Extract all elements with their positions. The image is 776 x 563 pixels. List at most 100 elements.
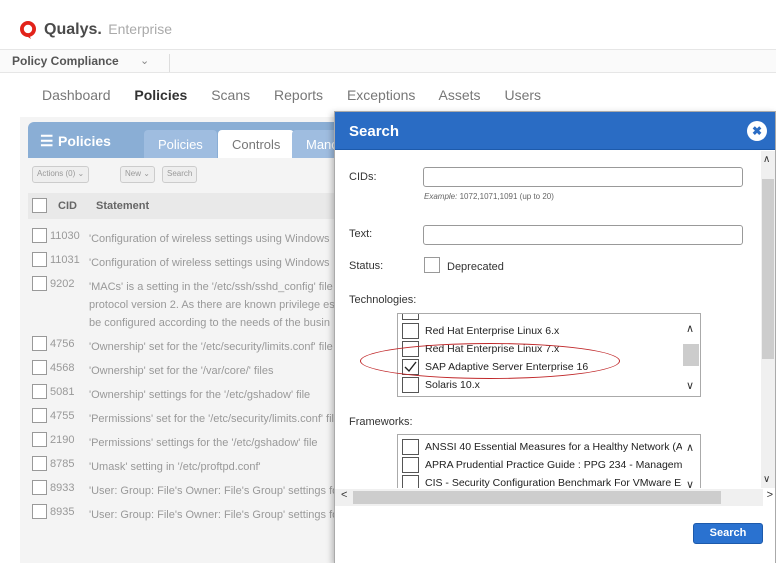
text-input[interactable]: [423, 225, 743, 245]
statement-line: protocol version 2. As there are known p…: [89, 299, 335, 311]
statement-line: 'Ownership' set for the '/etc/security/l…: [89, 341, 333, 353]
row-cid: 4756: [50, 338, 75, 350]
framework-label: CIS - Security Configuration Benchmark F…: [425, 477, 692, 488]
main-nav: Dashboard Policies Scans Reports Excepti…: [42, 87, 561, 103]
row-checkbox[interactable]: [32, 384, 47, 399]
dialog-hscroll-thumb[interactable]: [353, 491, 721, 504]
row-checkbox[interactable]: [32, 336, 47, 351]
row-cid: 11030: [50, 230, 80, 242]
dialog-horizontal-scrollbar[interactable]: < >: [335, 489, 773, 506]
row-statement: 'Ownership' set for the '/etc/security/l…: [89, 338, 333, 356]
framework-checkbox[interactable]: [402, 475, 419, 488]
search-dialog: Search ✖ CIDs: Example: 1072,1071,1091 (…: [334, 111, 776, 563]
row-checkbox[interactable]: [32, 228, 47, 243]
cids-input[interactable]: [423, 167, 743, 187]
scroll-up-icon[interactable]: ∧: [686, 441, 694, 454]
row-checkbox[interactable]: [32, 276, 47, 291]
row-statement: 'Configuration of wireless settings usin…: [89, 230, 330, 248]
tech-label: Red Hat Enterprise Linux 6.x: [425, 325, 560, 337]
row-statement: 'Ownership' set for the '/var/core/' fil…: [89, 362, 273, 380]
framework-checkbox[interactable]: [402, 457, 419, 473]
nav-policies[interactable]: Policies: [134, 87, 187, 103]
row-checkbox[interactable]: [32, 456, 47, 471]
brand-subtitle: Enterprise: [108, 21, 173, 37]
technologies-label: Technologies:: [349, 294, 417, 306]
qualys-logo-icon: [20, 21, 36, 39]
frameworks-listbox[interactable]: ANSSI 40 Essential Measures for a Health…: [397, 434, 701, 488]
tab-policies[interactable]: Policies: [144, 130, 217, 158]
search-toolbar-button[interactable]: Search: [162, 166, 198, 183]
tech-scrollbar-thumb[interactable]: [683, 344, 699, 366]
tech-checkbox[interactable]: [402, 377, 419, 393]
row-checkbox[interactable]: [32, 408, 47, 423]
nav-exceptions[interactable]: Exceptions: [347, 87, 415, 103]
statement-line: 'Configuration of wireless settings usin…: [89, 257, 330, 269]
framework-label: APRA Prudential Practice Guide : PPG 234…: [425, 459, 689, 471]
nav-scans[interactable]: Scans: [211, 87, 250, 103]
brand-name: Qualys. Enterprise: [44, 21, 172, 39]
tech-checkbox[interactable]: [402, 314, 419, 320]
row-checkbox[interactable]: [32, 360, 47, 375]
dialog-scrollbar-thumb[interactable]: [762, 179, 774, 359]
list-icon: ☰: [40, 133, 54, 150]
dialog-body: CIDs: Example: 1072,1071,1091 (up to 20)…: [335, 151, 763, 488]
module-label: Policy Compliance: [12, 54, 119, 68]
tech-scrollbar[interactable]: ∧ ∨: [682, 314, 700, 396]
statement-line: 'MACs' is a setting in the '/etc/ssh/ssh…: [89, 281, 333, 293]
statement-line: 'Permissions' set for the '/etc/security…: [89, 413, 341, 425]
statement-line: 'Permissions' settings for the '/etc/gsh…: [89, 437, 318, 449]
app-header: Qualys. Enterprise: [0, 0, 776, 48]
framework-checkbox[interactable]: [402, 439, 419, 455]
select-all-checkbox[interactable]: [32, 198, 47, 213]
row-checkbox[interactable]: [32, 432, 47, 447]
scroll-left-icon[interactable]: <: [341, 489, 347, 501]
nav-reports[interactable]: Reports: [274, 87, 323, 103]
framework-label: ANSSI 40 Essential Measures for a Health…: [425, 441, 691, 453]
new-button[interactable]: New ⌄: [120, 166, 155, 183]
scroll-up-icon[interactable]: ∧: [763, 154, 770, 165]
row-cid: 8785: [50, 458, 75, 470]
scroll-up-icon[interactable]: ∧: [686, 322, 694, 335]
row-checkbox[interactable]: [32, 252, 47, 267]
scroll-right-icon[interactable]: >: [767, 489, 773, 501]
row-cid: 5081: [50, 386, 75, 398]
row-cid: 2190: [50, 434, 75, 446]
frameworks-label: Frameworks:: [349, 416, 413, 428]
nav-dashboard[interactable]: Dashboard: [42, 87, 111, 103]
fw-scrollbar[interactable]: ∧ ∨: [682, 435, 700, 488]
scroll-down-icon[interactable]: ∨: [686, 379, 694, 392]
actions-button[interactable]: Actions (0) ⌄: [32, 166, 90, 183]
close-icon[interactable]: ✖: [747, 121, 767, 141]
row-cid: 9202: [50, 278, 75, 290]
cids-label: CIDs:: [349, 171, 377, 183]
brand-title: Qualys.: [44, 21, 102, 38]
row-statement: 'Umask' setting in '/etc/proftpd.conf': [89, 458, 261, 476]
scroll-down-icon[interactable]: ∨: [763, 474, 770, 485]
tech-label: Solaris 10.x: [425, 379, 480, 391]
nav-users[interactable]: Users: [504, 87, 541, 103]
scroll-down-icon[interactable]: ∨: [686, 478, 694, 488]
row-statement: 'User: Group: File's Owner: File's Group…: [89, 482, 338, 500]
tab-controls[interactable]: Controls: [218, 130, 295, 158]
deprecated-checkbox[interactable]: [424, 257, 440, 273]
search-button[interactable]: Search: [693, 523, 763, 544]
deprecated-label: Deprecated: [447, 261, 504, 273]
statement-line: be configured according to the needs of …: [89, 317, 330, 329]
module-selector[interactable]: Policy Compliance ⌄: [12, 54, 170, 72]
nav-assets[interactable]: Assets: [439, 87, 481, 103]
statement-line: 'Ownership' set for the '/var/core/' fil…: [89, 365, 274, 377]
highlight-annotation: [360, 343, 620, 379]
dialog-title: Search: [349, 123, 400, 140]
dialog-vertical-scrollbar[interactable]: ∧ ∨: [761, 151, 775, 488]
col-statement: Statement: [96, 200, 150, 212]
row-cid: 8933: [50, 482, 75, 494]
example-prefix: Example:: [424, 192, 458, 201]
statement-line: 'Umask' setting in '/etc/proftpd.conf': [89, 461, 261, 473]
tech-checkbox[interactable]: [402, 323, 419, 339]
panel-title-text: Policies: [58, 133, 111, 149]
statement-line: 'Configuration of wireless settings usin…: [89, 233, 330, 245]
row-checkbox[interactable]: [32, 504, 47, 519]
example-text: 1072,1071,1091 (up to 20): [459, 192, 554, 201]
row-statement: 'Permissions' settings for the '/etc/gsh…: [89, 434, 318, 452]
row-checkbox[interactable]: [32, 480, 47, 495]
